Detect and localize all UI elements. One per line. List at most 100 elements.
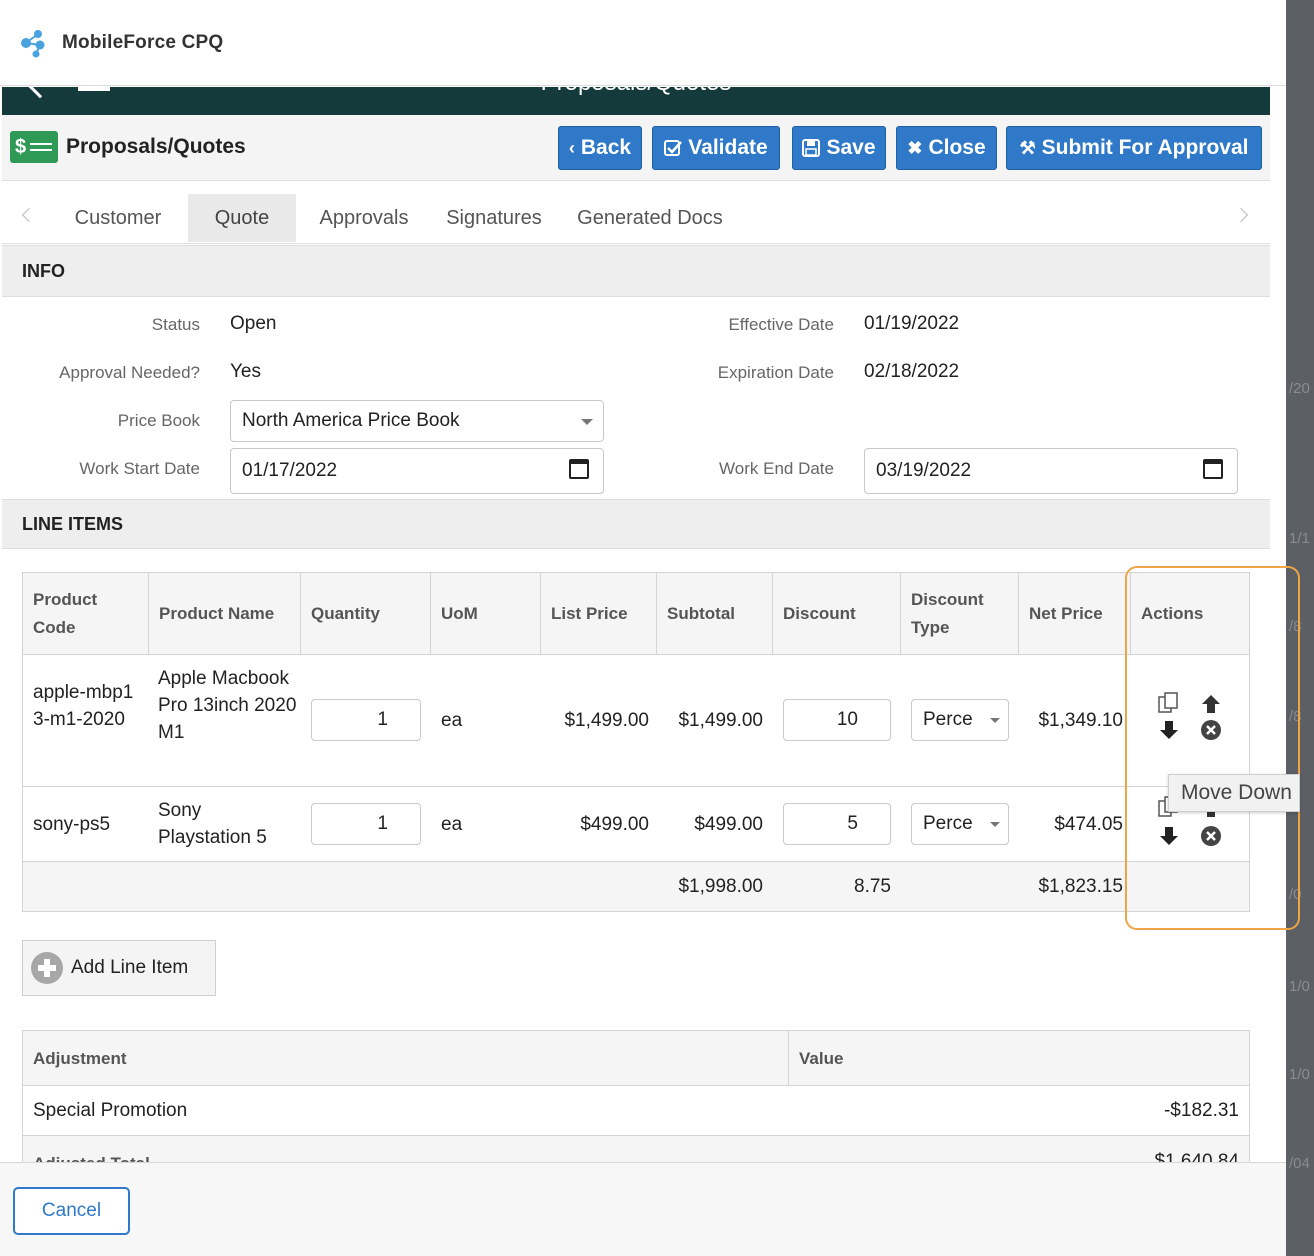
close-button[interactable]: ✖ Close <box>896 126 997 170</box>
totals-row: $1,998.00 8.75 $1,823.15 <box>23 862 1249 911</box>
subtotal: $1,499.00 <box>678 710 763 731</box>
chevron-down-icon <box>990 718 1000 723</box>
column-header: Adjustment <box>23 1031 789 1086</box>
work-end-date-input[interactable]: 03/19/2022 <box>864 448 1238 494</box>
column-header: Value <box>799 1048 844 1068</box>
table-row: Special Promotion -$182.31 <box>23 1086 1249 1136</box>
chevron-down-icon <box>581 419 593 425</box>
plus-circle-icon <box>31 952 63 984</box>
add-line-item-button[interactable]: Add Line Item <box>22 940 216 996</box>
column-header: Product Code <box>23 573 149 655</box>
work-start-date-input[interactable]: 01/17/2022 <box>230 448 604 494</box>
price-book-label: Price Book <box>117 411 200 430</box>
floppy-disk-icon <box>802 139 821 157</box>
subtotal: $499.00 <box>694 814 763 835</box>
table-row: apple-mbp13-m1-2020 Apple Macbook Pro 13… <box>23 655 1249 787</box>
chevron-left-icon: ‹ <box>568 137 575 158</box>
tab-scroll-right-icon[interactable] <box>1233 207 1249 223</box>
uom: ea <box>441 710 463 731</box>
title-bar: $ Proposals/Quotes ‹ Back Validate Save ✖… <box>2 115 1270 181</box>
product-code: sony-ps5 <box>33 814 111 835</box>
table-row: sony-ps5 Sony Playstation 5 1 ea $499.00… <box>23 787 1249 862</box>
approval-needed-value: Yes <box>230 361 261 382</box>
bottom-bar: Cancel <box>0 1162 1286 1256</box>
cancel-button[interactable]: Cancel <box>13 1187 130 1235</box>
column-header: UoM <box>431 573 541 655</box>
peek-text: 1/1 <box>1289 530 1310 547</box>
effective-date-value: 01/19/2022 <box>864 313 960 334</box>
gavel-icon: ⚒ <box>1019 137 1036 158</box>
quote-icon: $ <box>10 131 58 163</box>
table-header-row: Adjustment Value <box>23 1031 1249 1086</box>
effective-date-label: Effective Date <box>728 315 834 334</box>
navbar-title: Proposals/Quotes <box>2 87 1270 97</box>
checkbox-icon <box>664 140 683 156</box>
info-section-header: INFO <box>2 245 1270 297</box>
work-start-date-label: Work Start Date <box>79 459 200 478</box>
product-name: Sony Playstation 5 <box>158 800 267 848</box>
column-header: Discount Type <box>901 573 1019 655</box>
product-code: apple-mbp13-m1-2020 <box>33 682 134 730</box>
column-header: Discount <box>773 573 901 655</box>
discount-input[interactable]: 5 <box>783 803 891 845</box>
net-price: $1,349.10 <box>1038 710 1123 731</box>
validate-button[interactable]: Validate <box>652 126 780 170</box>
tab-scroll-left-icon[interactable] <box>21 207 37 223</box>
quantity-input[interactable]: 1 <box>311 803 421 845</box>
tab-generated-docs[interactable]: Generated Docs <box>566 194 734 242</box>
chevron-down-icon <box>990 822 1000 827</box>
total-discount: 8.75 <box>854 876 891 897</box>
submit-for-approval-button[interactable]: ⚒ Submit For Approval <box>1006 126 1262 170</box>
expiration-date-label: Expiration Date <box>717 363 834 382</box>
status-value: Open <box>230 313 277 334</box>
peek-text: /20 <box>1289 380 1310 397</box>
tab-bar: Customer Quote Approvals Signatures Gene… <box>2 182 1270 244</box>
column-header: List Price <box>541 573 657 655</box>
price-book-select[interactable]: North America Price Book <box>230 400 604 442</box>
quantity-input[interactable]: 1 <box>311 699 421 741</box>
discount-input[interactable]: 10 <box>783 699 891 741</box>
uom: ea <box>441 814 463 835</box>
column-header: Subtotal <box>657 573 773 655</box>
peek-text: 1/0 <box>1289 978 1310 995</box>
close-icon: ✖ <box>907 137 923 158</box>
line-items-table: Product Code Product Name Quantity UoM L… <box>22 572 1250 912</box>
line-items-section-header: LINE ITEMS <box>2 499 1270 549</box>
list-price: $499.00 <box>580 814 649 835</box>
calendar-icon[interactable] <box>1203 459 1223 479</box>
adjustment-value: -$182.31 <box>1163 1100 1239 1121</box>
discount-type-select[interactable]: Perce <box>911 803 1009 845</box>
product-name: Apple Macbook Pro 13inch 2020 M1 <box>158 668 297 743</box>
actions-highlight-annotation <box>1125 566 1300 930</box>
peek-text: /04 <box>1289 1155 1310 1172</box>
approval-needed-label: Approval Needed? <box>59 363 200 382</box>
back-button[interactable]: ‹ Back <box>558 126 642 170</box>
list-price: $1,499.00 <box>564 710 649 731</box>
save-button[interactable]: Save <box>792 126 886 170</box>
total-net-price: $1,823.15 <box>1038 876 1123 897</box>
adjustments-table: Adjustment Value Special Promotion -$182… <box>22 1030 1250 1180</box>
net-price: $474.05 <box>1054 814 1123 835</box>
column-header: Product Name <box>149 573 301 655</box>
column-header: Net Price <box>1019 573 1131 655</box>
adjustment-name: Special Promotion <box>33 1100 188 1121</box>
calendar-icon[interactable] <box>569 459 589 479</box>
column-header: Quantity <box>301 573 431 655</box>
tab-approvals[interactable]: Approvals <box>306 194 422 242</box>
page-title: Proposals/Quotes <box>66 135 246 158</box>
tab-signatures[interactable]: Signatures <box>432 194 556 242</box>
status-label: Status <box>151 315 200 334</box>
peek-text: 1/0 <box>1289 1066 1310 1083</box>
tab-customer[interactable]: Customer <box>58 194 178 242</box>
work-end-date-label: Work End Date <box>719 459 834 478</box>
app-title: MobileForce CPQ <box>62 31 224 53</box>
discount-type-select[interactable]: Perce <box>911 699 1009 741</box>
move-down-tooltip: Move Down <box>1168 774 1300 812</box>
total-subtotal: $1,998.00 <box>678 876 763 897</box>
tab-quote[interactable]: Quote <box>188 194 296 242</box>
expiration-date-value: 02/18/2022 <box>864 361 960 382</box>
app-header: MobileForce CPQ <box>0 0 1286 86</box>
app-logo-icon <box>21 29 45 57</box>
navbar: Proposals/Quotes <box>2 87 1270 115</box>
table-header-row: Product Code Product Name Quantity UoM L… <box>23 573 1249 655</box>
